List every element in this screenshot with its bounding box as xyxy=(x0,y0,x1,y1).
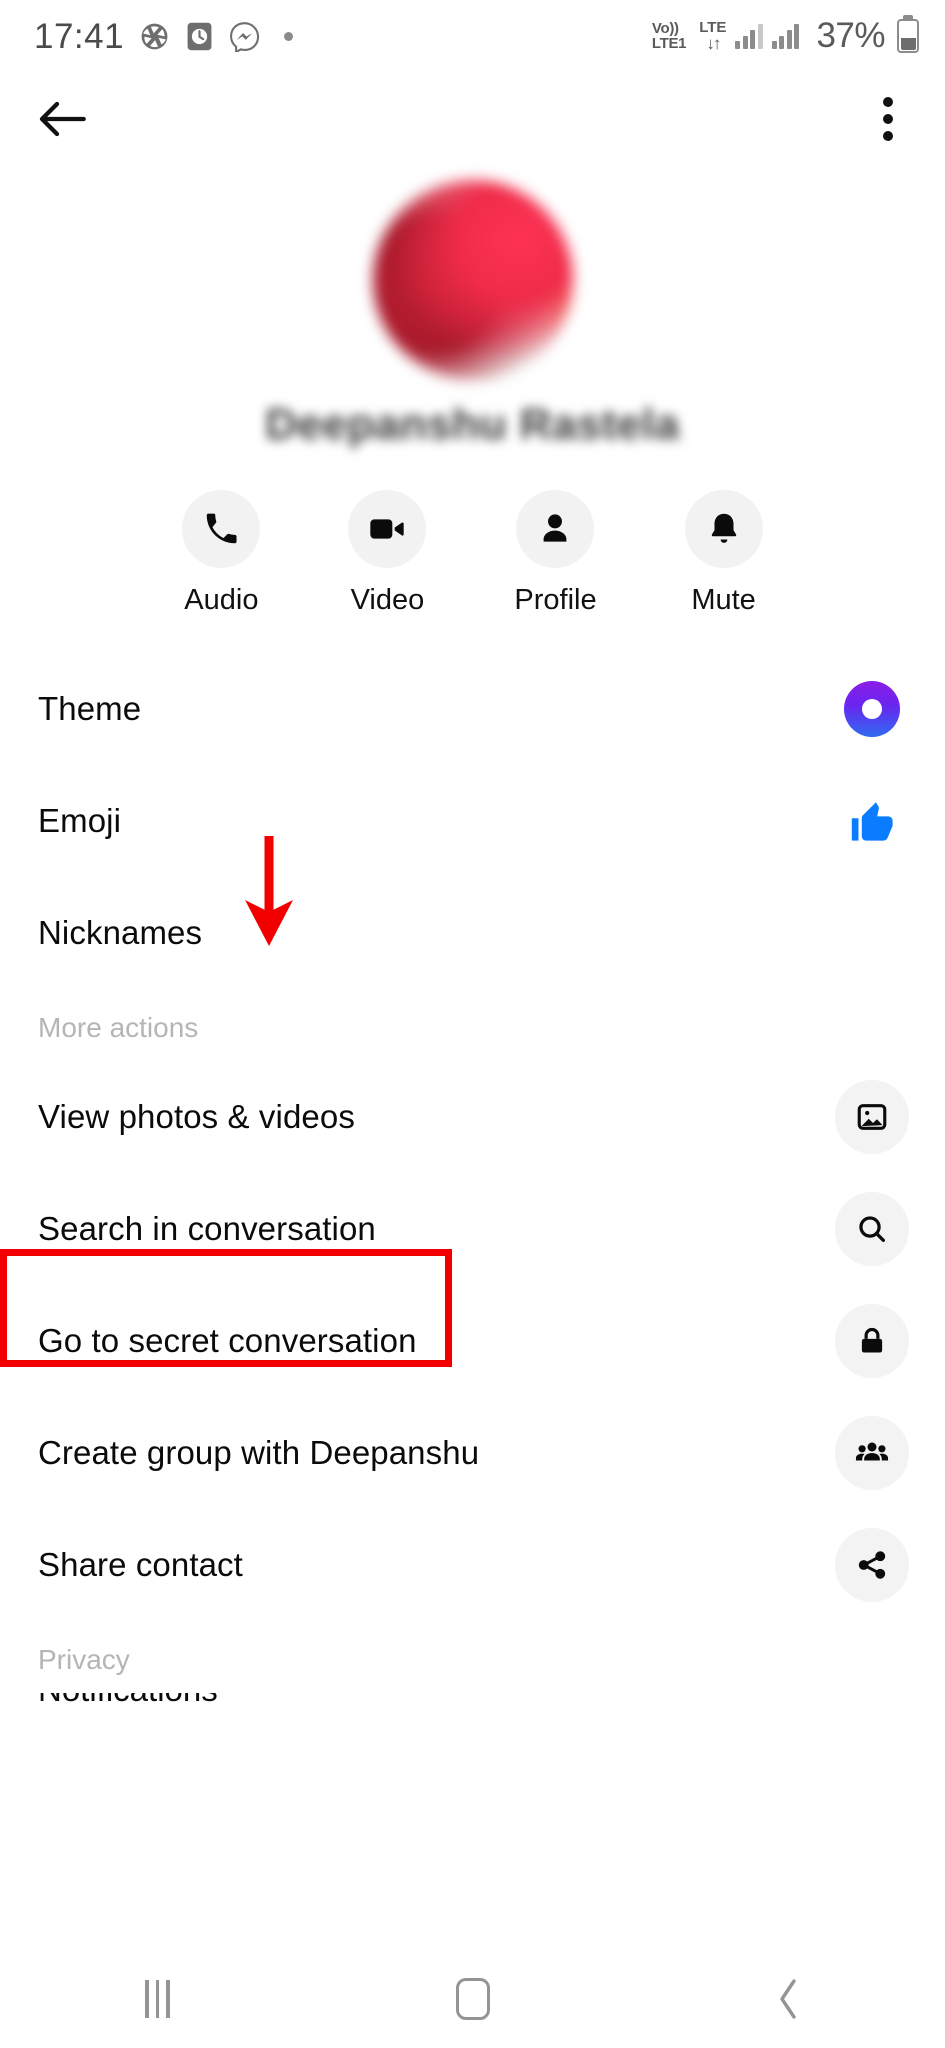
quick-actions-row: Audio Video Profile Mute xyxy=(0,490,945,617)
menu-item-go-to-secret-conversation[interactable]: Go to secret conversation xyxy=(0,1285,945,1397)
status-bar-left: 17:41 xyxy=(34,16,294,56)
section-header-privacy: Privacy xyxy=(38,1644,130,1675)
volte-line-2: LTE1 xyxy=(651,35,687,52)
aperture-icon xyxy=(139,21,170,52)
menu-item-emoji[interactable]: Emoji xyxy=(0,765,945,877)
menu-item-emoji-label: Emoji xyxy=(38,802,122,839)
lock-icon xyxy=(835,1304,909,1378)
nav-home-button[interactable] xyxy=(403,1964,543,2034)
kebab-icon xyxy=(873,93,903,145)
menu-item-create-group-label: Create group with Deepanshu xyxy=(38,1434,480,1471)
menu-item-search-in-conversation-label: Search in conversation xyxy=(38,1210,376,1247)
lte-indicator: LTE ↓↑ xyxy=(699,20,726,52)
profile-section: Deepanshu Rastela xyxy=(0,166,945,450)
dot-icon xyxy=(284,31,294,41)
chevron-left-icon xyxy=(779,1979,796,2019)
video-label: Video xyxy=(350,584,425,616)
menu-item-nicknames-label: Nicknames xyxy=(38,914,203,951)
nav-back-button[interactable] xyxy=(718,1964,858,2034)
menu-item-theme-label: Theme xyxy=(38,690,142,727)
menu-item-view-photos-videos[interactable]: View photos & videos xyxy=(0,1061,945,1173)
system-nav-bar xyxy=(0,1950,945,2048)
profile-name: Deepanshu Rastela xyxy=(265,400,680,449)
status-bar-right: Vo)) LTE1 LTE ↓↑ 37% xyxy=(652,16,919,56)
theme-gradient-ring-icon xyxy=(835,672,909,746)
menu-item-view-photos-videos-label: View photos & videos xyxy=(38,1098,355,1135)
audio-label: Audio xyxy=(184,584,259,616)
menu-item-create-group[interactable]: Create group with Deepanshu xyxy=(0,1397,945,1509)
menu-item-share-contact-label: Share contact xyxy=(38,1546,243,1583)
menu-item-share-contact[interactable]: Share contact xyxy=(0,1509,945,1621)
status-bar: 17:41 Vo)) LTE1 LTE ↓↑ 37% xyxy=(0,0,945,72)
menu-item-notifications-partial[interactable]: Notifications xyxy=(0,1693,945,1733)
section-header-more-actions: More actions xyxy=(38,1012,199,1043)
video-button[interactable] xyxy=(348,490,427,568)
thumbs-up-icon xyxy=(835,784,909,858)
menu-item-search-in-conversation[interactable]: Search in conversation xyxy=(0,1173,945,1285)
photo-icon xyxy=(835,1080,909,1154)
messenger-icon xyxy=(229,21,260,52)
quick-action-video[interactable]: Video xyxy=(348,490,427,617)
profile-label: Profile xyxy=(514,584,597,616)
search-icon xyxy=(835,1192,909,1266)
quick-action-mute[interactable]: Mute xyxy=(684,490,763,617)
menu-item-go-to-secret-conversation-label: Go to secret conversation xyxy=(38,1322,417,1359)
recents-icon xyxy=(145,1980,170,2018)
app-bar xyxy=(0,72,945,166)
back-button[interactable] xyxy=(30,93,94,145)
nav-recents-button[interactable] xyxy=(88,1964,228,2034)
settings-menu: Theme Emoji Nicknames More actions View xyxy=(0,653,945,1733)
menu-item-theme[interactable]: Theme xyxy=(0,653,945,765)
data-arrows-icon: ↓↑ xyxy=(706,34,721,53)
quick-action-audio[interactable]: Audio xyxy=(182,490,261,617)
profile-button[interactable] xyxy=(516,490,595,568)
people-group-icon xyxy=(835,1416,909,1490)
phone-screen: 17:41 Vo)) LTE1 LTE ↓↑ 37% Deepanshu Ras… xyxy=(0,0,945,2048)
video-camera-icon xyxy=(370,519,405,539)
bell-icon xyxy=(711,513,736,543)
menu-item-nicknames[interactable]: Nicknames xyxy=(0,877,945,989)
overflow-menu-button[interactable] xyxy=(867,87,909,151)
mute-label: Mute xyxy=(691,584,756,616)
nicknames-trailing-placeholder xyxy=(835,896,909,970)
menu-item-notifications-label: Notifications xyxy=(38,1693,218,1709)
signal-bars-sim1-icon xyxy=(735,23,763,49)
battery-percent-label: 37% xyxy=(816,16,885,55)
lte-label: LTE xyxy=(699,19,727,36)
battery-icon xyxy=(897,19,919,53)
signal-bars-sim2-icon xyxy=(771,23,800,49)
avatar[interactable] xyxy=(372,180,573,380)
clock-box-icon xyxy=(185,21,214,52)
volte-line-1: Vo)) xyxy=(651,20,679,37)
home-icon xyxy=(455,1978,490,2020)
phone-icon xyxy=(207,513,237,544)
mute-button[interactable] xyxy=(684,490,763,568)
quick-action-profile[interactable]: Profile xyxy=(514,490,597,617)
volte-indicator: Vo)) LTE1 xyxy=(651,20,687,52)
person-icon xyxy=(544,514,567,542)
audio-button[interactable] xyxy=(182,490,261,568)
share-icon xyxy=(835,1528,909,1602)
status-time: 17:41 xyxy=(34,16,125,56)
